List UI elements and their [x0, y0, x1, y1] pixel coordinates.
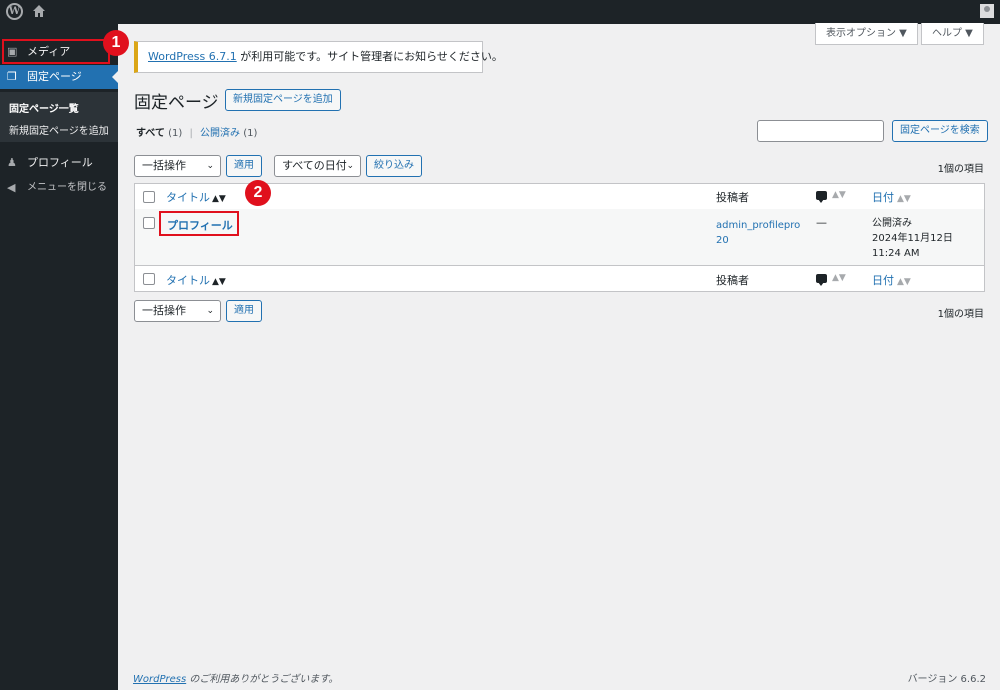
chevron-down-icon: ⌄ [206, 306, 214, 316]
sort-icon: ▲▼ [212, 277, 226, 287]
column-date-header[interactable]: 日付 ▲▼ [872, 189, 911, 205]
column-title-label: タイトル [166, 191, 210, 204]
filter-published[interactable]: 公開済み [200, 128, 240, 139]
filter-all[interactable]: すべて [136, 128, 165, 139]
row-datetime: 2024年11月12日 11:24 AM [872, 233, 953, 259]
sidebar-item-pages[interactable]: ❐ 固定ページ [0, 65, 118, 89]
select-all-checkbox[interactable] [143, 191, 155, 203]
page-title: 固定ページ [134, 93, 219, 113]
items-count-top: 1個の項目 [937, 164, 984, 175]
column-date-label: 日付 [872, 274, 894, 287]
select-all-checkbox-bottom[interactable] [143, 273, 155, 285]
table-row [135, 209, 984, 265]
row-comments: — [816, 216, 827, 229]
sort-icon: ▲▼ [212, 194, 226, 204]
column-author-footer: 投稿者 [716, 274, 749, 287]
comment-icon[interactable] [816, 191, 827, 203]
column-title-header[interactable]: タイトル ▲▼ [166, 189, 226, 205]
admin-bar: W [0, 0, 1000, 24]
bulk-action-select-bottom[interactable]: 一括操作 ⌄ [134, 300, 221, 322]
comment-icon[interactable] [816, 274, 827, 286]
sidebar-item-label: プロフィール [27, 156, 93, 169]
add-new-page-button[interactable]: 新規固定ページを追加 [225, 89, 341, 111]
notice-text: が利用可能です。サイト管理者にお知らせください。 [236, 50, 503, 63]
pages-submenu: 固定ページ一覧 新規固定ページを追加 [0, 92, 118, 142]
submenu-all-pages[interactable]: 固定ページ一覧 [9, 100, 79, 115]
update-notice: WordPress 6.7.1 が利用可能です。サイト管理者にお知らせください。 [134, 41, 503, 73]
bulk-action-select-top[interactable]: 一括操作 ⌄ [134, 155, 221, 177]
sort-icon: ▲▼ [897, 194, 911, 204]
highlight-box-pages [2, 39, 110, 64]
column-date-label: 日付 [872, 191, 894, 204]
help-button[interactable]: ヘルプ ▼ [921, 23, 984, 45]
row-status: 公開済み [872, 218, 912, 229]
filter-published-count: (1) [243, 128, 258, 139]
filter-separator: | [189, 128, 193, 139]
wordpress-logo-icon[interactable]: W [6, 3, 23, 20]
home-icon[interactable] [32, 4, 46, 18]
update-link[interactable]: WordPress 6.7.1 [148, 50, 237, 63]
search-input[interactable] [757, 120, 884, 142]
footer-version: バージョン 6.6.2 [907, 674, 986, 685]
footer-thanks-text: のご利用ありがとうございます。 [186, 674, 339, 685]
column-date-footer[interactable]: 日付 ▲▼ [872, 272, 911, 288]
chevron-down-icon: ⌄ [206, 161, 214, 171]
date-filter-value: すべての日付 [282, 159, 347, 172]
screen-options-button[interactable]: 表示オプション ▼ [815, 23, 918, 45]
column-author-header: 投稿者 [716, 191, 749, 204]
row-author-link[interactable]: admin_profilepro20 [716, 218, 806, 248]
footer-thanks: WordPress のご利用ありがとうございます。 [133, 670, 338, 685]
user-avatar[interactable] [980, 4, 994, 18]
active-menu-arrow [112, 71, 118, 83]
collapse-menu-label: メニューを閉じる [27, 182, 107, 193]
user-icon: ♟ [7, 156, 17, 169]
sidebar-item-label: 固定ページ [27, 70, 82, 83]
row-date: 公開済み 2024年11月12日 11:24 AM [872, 216, 982, 261]
submenu-add-new-page[interactable]: 新規固定ページを追加 [9, 122, 109, 137]
search-pages-button[interactable]: 固定ページを検索 [892, 120, 988, 142]
row-checkbox[interactable] [143, 217, 155, 229]
bulk-action-value: 一括操作 [142, 159, 186, 172]
date-filter-select[interactable]: すべての日付 ⌄ [274, 155, 361, 177]
step-badge-1: 1 [103, 30, 129, 56]
items-count-bottom: 1個の項目 [937, 309, 984, 320]
admin-sidebar: ▣ メディア ❐ 固定ページ 固定ページ一覧 新規固定ページを追加 ♟ プロフィ… [0, 24, 118, 690]
column-title-footer[interactable]: タイトル ▲▼ [166, 272, 226, 288]
collapse-menu-button[interactable]: ◀ メニューを閉じる [0, 176, 118, 200]
footer-divider [135, 265, 984, 266]
apply-button-bottom[interactable]: 適用 [226, 300, 262, 322]
wordpress-link[interactable]: WordPress [133, 674, 186, 685]
sort-icon: ▲▼ [897, 277, 911, 287]
highlight-box-row-title [159, 211, 239, 236]
pages-icon: ❐ [7, 70, 17, 83]
status-filters: すべて (1) | 公開済み (1) [136, 124, 257, 139]
filter-all-count: (1) [168, 128, 183, 139]
step-badge-2: 2 [245, 180, 271, 206]
chevron-down-icon: ⌄ [346, 161, 354, 171]
sort-icon[interactable]: ▲▼ [832, 190, 846, 200]
sidebar-item-profile[interactable]: ♟ プロフィール [0, 151, 118, 175]
collapse-arrow-icon: ◀ [7, 181, 16, 194]
apply-button-top[interactable]: 適用 [226, 155, 262, 177]
column-title-label: タイトル [166, 274, 210, 287]
sort-icon[interactable]: ▲▼ [832, 273, 846, 283]
filter-button[interactable]: 絞り込み [366, 155, 422, 177]
bulk-action-value: 一括操作 [142, 304, 186, 317]
